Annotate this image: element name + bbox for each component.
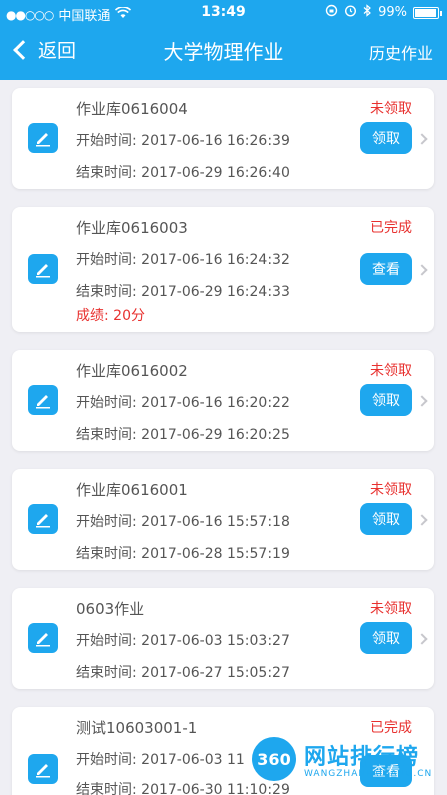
status-badge: 未领取 xyxy=(370,601,412,617)
homework-name: 作业库0616002 xyxy=(76,362,188,380)
view-button[interactable]: 查看 xyxy=(360,253,412,285)
chevron-right-icon xyxy=(416,395,428,407)
homework-name: 0603作业 xyxy=(76,600,145,618)
edit-icon xyxy=(28,123,58,153)
edit-icon xyxy=(28,254,58,284)
homework-name: 作业库0616004 xyxy=(76,100,188,118)
start-time: 开始时间: 2017-06-16 16:20:22 xyxy=(76,395,290,411)
homework-card[interactable]: 作业库0616003 开始时间: 2017-06-16 16:24:32 结束时… xyxy=(12,207,434,332)
edit-icon xyxy=(28,754,58,784)
homework-name: 作业库0616001 xyxy=(76,481,188,499)
watermark: 360 网站排行榜 WANGZHANPAIHANG.CN xyxy=(246,735,446,795)
watermark-logo: 360 xyxy=(252,737,296,781)
chevron-right-icon xyxy=(416,514,428,526)
claim-button[interactable]: 领取 xyxy=(360,384,412,416)
status-badge: 已完成 xyxy=(370,220,412,236)
battery-percent: 99% xyxy=(378,5,407,20)
start-time: 开始时间: 2017-06-16 16:24:32 xyxy=(76,252,290,268)
homework-card[interactable]: 作业库0616002 开始时间: 2017-06-16 16:20:22 结束时… xyxy=(12,350,434,451)
start-time: 开始时间: 2017-06-16 16:26:39 xyxy=(76,133,290,149)
claim-button[interactable]: 领取 xyxy=(360,503,412,535)
status-bar: ●●○○○ 中国联通 13:49 99% xyxy=(0,0,447,26)
edit-icon xyxy=(28,623,58,653)
homework-name: 测试10603001-1 xyxy=(76,719,198,737)
alarm-icon xyxy=(344,4,357,21)
start-time: 开始时间: 2017-06-03 11 xyxy=(76,752,245,768)
history-button[interactable]: 历史作业 xyxy=(369,40,433,64)
nav-bar: ●●○○○ 中国联通 13:49 99% 返回 大学物理作业 历史作业 xyxy=(0,0,447,80)
homework-card[interactable]: 作业库0616004 开始时间: 2017-06-16 16:26:39 结束时… xyxy=(12,88,434,189)
status-badge: 未领取 xyxy=(370,363,412,379)
chevron-right-icon xyxy=(416,264,428,276)
end-time: 结束时间: 2017-06-29 16:24:33 xyxy=(76,284,290,300)
end-time: 结束时间: 2017-06-29 16:20:25 xyxy=(76,427,290,443)
start-time: 开始时间: 2017-06-03 15:03:27 xyxy=(76,633,290,649)
homework-card[interactable]: 作业库0616001 开始时间: 2017-06-16 15:57:18 结束时… xyxy=(12,469,434,570)
status-badge: 已完成 xyxy=(370,720,412,736)
end-time: 结束时间: 2017-06-27 15:05:27 xyxy=(76,665,290,681)
homework-card[interactable]: 0603作业 开始时间: 2017-06-03 15:03:27 结束时间: 2… xyxy=(12,588,434,689)
bluetooth-icon xyxy=(363,4,372,21)
claim-button[interactable]: 领取 xyxy=(360,122,412,154)
end-time: 结束时间: 2017-06-28 15:57:19 xyxy=(76,546,290,562)
status-badge: 未领取 xyxy=(370,482,412,498)
edit-icon xyxy=(28,504,58,534)
end-time: 结束时间: 2017-06-29 16:26:40 xyxy=(76,165,290,181)
status-badge: 未领取 xyxy=(370,101,412,117)
watermark-subtext: WANGZHANPAIHANG.CN xyxy=(304,769,433,779)
chevron-right-icon xyxy=(416,633,428,645)
lock-rotation-icon xyxy=(325,4,338,21)
battery-icon xyxy=(413,6,442,19)
chevron-right-icon xyxy=(416,133,428,145)
claim-button[interactable]: 领取 xyxy=(360,622,412,654)
edit-icon xyxy=(28,385,58,415)
watermark-text: 网站排行榜 xyxy=(304,745,420,770)
homework-name: 作业库0616003 xyxy=(76,219,188,237)
score-text: 成绩: 20分 xyxy=(76,308,145,324)
start-time: 开始时间: 2017-06-16 15:57:18 xyxy=(76,514,290,530)
